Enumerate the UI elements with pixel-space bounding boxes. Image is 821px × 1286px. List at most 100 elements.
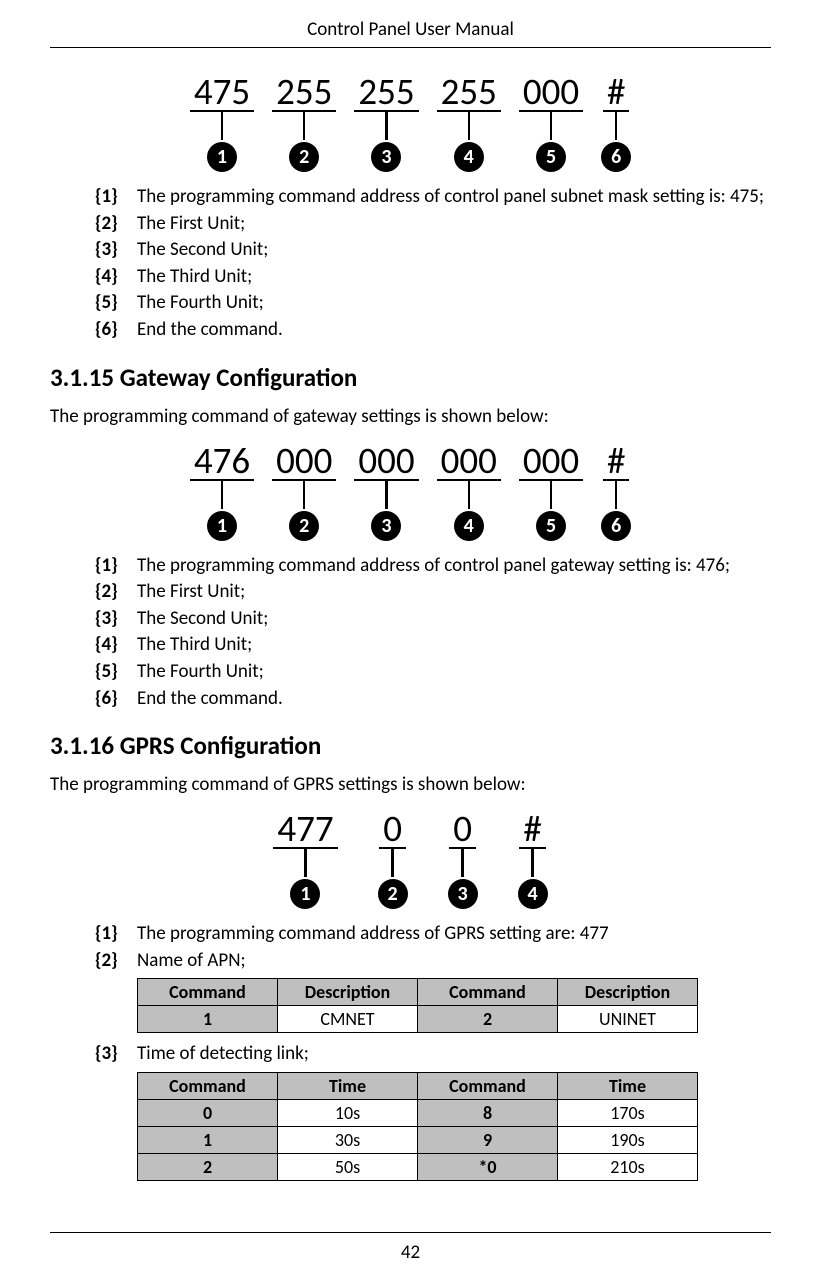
diagram-segment: 000 4 (437, 442, 501, 541)
table-header-row: Command Time Command Time (138, 1072, 698, 1099)
segment-badge: 5 (536, 511, 566, 541)
segment-value: # (603, 442, 629, 481)
definition-text: The programming command address of contr… (137, 184, 764, 211)
gprs-heading: 3.1.16 GPRS Configuration (50, 730, 771, 761)
segment-value: 255 (354, 73, 418, 112)
definition-text: The programming command address of GPRS … (137, 921, 609, 948)
segment-value: # (519, 810, 545, 849)
gprs-diagram: 4771 02 03 #4 (50, 810, 771, 909)
definition-text: The First Unit; (137, 579, 245, 606)
diagram-segment: 0005 (519, 73, 583, 172)
segment-value: 000 (519, 442, 583, 481)
table-cell: 10s (278, 1099, 418, 1126)
diagram-segment: 02 (378, 810, 408, 909)
segment-badge: 3 (448, 879, 478, 909)
apn-table: Command Description Command Description … (137, 978, 698, 1033)
definition-number: {5} (95, 659, 125, 686)
gprs-desc: The programming command of GPRS settings… (50, 773, 771, 796)
definition-number: {4} (95, 264, 125, 291)
definition-text: The Third Unit; (137, 264, 252, 291)
diagram-segment: 2552 (272, 73, 336, 172)
definition-text: Time of detecting link; (137, 1041, 309, 1068)
definition-number: {5} (95, 290, 125, 317)
page-footer: 42 (50, 1232, 771, 1264)
definition-item: {1}The programming command address of co… (95, 553, 771, 580)
table-header-row: Command Description Command Description (138, 979, 698, 1006)
diagram-segment: #4 (518, 810, 548, 909)
diagram-segment: 000 5 (519, 442, 583, 541)
table-cell: 1 (138, 1006, 278, 1033)
definition-item: {6} End the command. (95, 686, 771, 713)
diagram-segment: 0002 (272, 442, 336, 541)
table-header: Command (418, 1072, 558, 1099)
table-cell: 2 (418, 1006, 558, 1033)
table-cell: 190s (558, 1126, 698, 1153)
diagram-segment: 4761 (190, 442, 254, 541)
definition-text: The First Unit; (137, 211, 245, 238)
definition-item: {3} Time of detecting link; (95, 1041, 771, 1068)
definition-text: End the command. (137, 686, 283, 713)
segment-value: 255 (272, 73, 336, 112)
definition-text: The Third Unit; (137, 632, 252, 659)
segment-value: 0 (449, 810, 476, 849)
definition-number: {3} (95, 1041, 125, 1068)
table-header: Time (278, 1072, 418, 1099)
segment-badge: 1 (290, 879, 320, 909)
definition-item: {5} The Fourth Unit; (95, 290, 771, 317)
definition-number: {1} (95, 921, 125, 948)
gprs-definitions-3: {3} Time of detecting link; (50, 1041, 771, 1068)
definition-number: {3} (95, 606, 125, 633)
definition-text: The Fourth Unit; (137, 290, 264, 317)
definition-item: {4} The Third Unit; (95, 632, 771, 659)
definition-text: The Second Unit; (137, 606, 268, 633)
definition-number: {4} (95, 632, 125, 659)
definition-number: {2} (95, 211, 125, 238)
definition-item: {1}The programming command address of co… (95, 184, 771, 211)
diagram-segment: #6 (601, 442, 631, 541)
segment-value: 0 (379, 810, 406, 849)
diagram-segment: #6 (601, 73, 631, 172)
table-cell: 170s (558, 1099, 698, 1126)
table-row: 1 CMNET 2 UNINET (138, 1006, 698, 1033)
table-cell: 9 (418, 1126, 558, 1153)
subnet-mask-diagram: 4751 2552 2553 2554 0005 #6 (50, 73, 771, 172)
gateway-desc: The programming command of gateway setti… (50, 405, 771, 428)
table-cell: 8 (418, 1099, 558, 1126)
diagram-segment: 0003 (354, 442, 418, 541)
diagram-segment: 477 1 (273, 810, 337, 909)
segment-value: 475 (190, 73, 254, 112)
segment-badge: 6 (601, 142, 631, 172)
table-cell: 2 (138, 1153, 278, 1180)
definition-item: {2} The First Unit; (95, 579, 771, 606)
table-row: 1 30s 9 190s (138, 1126, 698, 1153)
definition-item: {3} The Second Unit; (95, 606, 771, 633)
table-header: Command (418, 979, 558, 1006)
definition-number: {2} (95, 579, 125, 606)
table-cell: UNINET (558, 1006, 698, 1033)
page-header: Control Panel User Manual (50, 18, 771, 48)
definition-item: {2}Name of APN; (95, 948, 771, 975)
diagram-segment: 255 4 (437, 73, 501, 172)
table-row: 0 10s 8 170s (138, 1099, 698, 1126)
segment-badge: 4 (454, 142, 484, 172)
definition-item: {4} The Third Unit; (95, 264, 771, 291)
table-row: 2 50s *0 210s (138, 1153, 698, 1180)
segment-value: 255 (437, 73, 501, 112)
diagram-segment: 4751 (190, 73, 254, 172)
segment-value: 000 (272, 442, 336, 481)
definition-number: {2} (95, 948, 125, 975)
gateway-heading: 3.1.15 Gateway Configuration (50, 362, 771, 393)
segment-badge: 1 (207, 511, 237, 541)
segment-value: 477 (273, 810, 337, 849)
segment-badge: 4 (454, 511, 484, 541)
definition-number: {6} (95, 686, 125, 713)
segment-badge: 2 (378, 879, 408, 909)
gateway-diagram: 4761 0002 0003 000 4 000 5 #6 (50, 442, 771, 541)
table-header: Description (278, 979, 418, 1006)
table-cell: 30s (278, 1126, 418, 1153)
definition-text: The Fourth Unit; (137, 659, 264, 686)
segment-value: # (603, 73, 629, 112)
definition-text: End the command. (137, 317, 283, 344)
definition-number: {3} (95, 237, 125, 264)
segment-value: 000 (437, 442, 501, 481)
